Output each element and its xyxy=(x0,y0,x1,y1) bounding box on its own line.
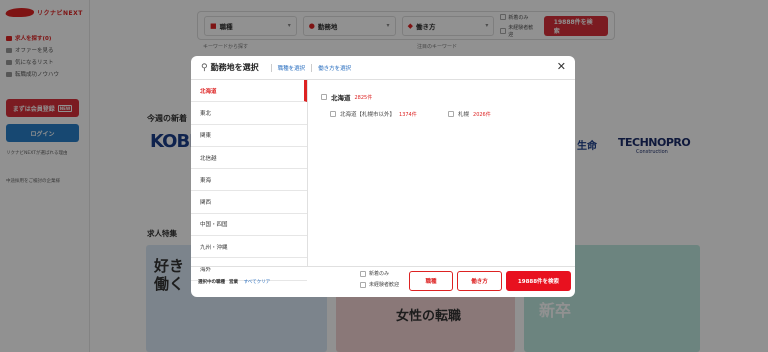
tab-style[interactable]: 働き方を選択 xyxy=(311,63,357,72)
region-item-chugoku-shikoku[interactable]: 中国・四国 xyxy=(191,214,307,237)
region-item-kanto[interactable]: 関東 xyxy=(191,125,307,147)
modal-title: 勤務地を選択 xyxy=(210,63,259,72)
footer-style-button[interactable]: 働き方 xyxy=(457,271,502,291)
footer-search-button[interactable]: 19888件を検索 xyxy=(506,271,571,291)
checkbox-icon xyxy=(321,94,327,100)
city-checkbox-sapporo[interactable]: 札幌 2026件 xyxy=(448,110,491,118)
region-item-tokai[interactable]: 東海 xyxy=(191,169,307,192)
checkbox-icon xyxy=(448,111,454,117)
checkbox-icon xyxy=(330,111,336,117)
region-list: 北海道 東北 関東 北信越 東海 関西 中国・四国 九州・沖縄 海外 xyxy=(191,80,308,281)
location-pin-icon: ⚲ xyxy=(201,62,208,73)
region-item-kansai[interactable]: 関西 xyxy=(191,191,307,214)
prefecture-count: 2825件 xyxy=(354,94,373,101)
city-checkbox-outside-sapporo[interactable]: 北海道【札幌市以外】 1374件 xyxy=(330,110,417,118)
selected-summary: 選択中の職種 営業 すべてクリア xyxy=(198,280,271,285)
clear-all-link[interactable]: すべてクリア xyxy=(244,280,271,285)
footer-job-button[interactable]: 職種 xyxy=(409,271,453,291)
location-modal: ⚲ 勤務地を選択 職種を選択 働き方を選択 ✕ 北海道 東北 関東 北信越 東海… xyxy=(191,56,575,297)
region-item-tohoku[interactable]: 東北 xyxy=(191,102,307,125)
checkbox-icon xyxy=(360,270,366,277)
modal-header: ⚲ 勤務地を選択 職種を選択 働き方を選択 ✕ xyxy=(191,56,575,80)
prefecture-name: 北海道 xyxy=(331,94,351,102)
checkbox-icon xyxy=(360,281,366,288)
selected-value: 営業 xyxy=(229,280,238,285)
footer-inexperienced-checkbox[interactable]: 未経験者歓迎 xyxy=(360,281,399,288)
region-item-kyushu-okinawa[interactable]: 九州・沖縄 xyxy=(191,236,307,259)
modal-footer: 選択中の職種 営業 すべてクリア 新着のみ 未経験者歓迎 職種 働き方 19888… xyxy=(191,266,575,297)
close-icon[interactable]: ✕ xyxy=(557,61,566,73)
region-item-hokushinetsu[interactable]: 北信越 xyxy=(191,147,307,170)
footer-new-only-checkbox[interactable]: 新着のみ xyxy=(360,270,389,277)
prefecture-checkbox[interactable]: 北海道 2825件 xyxy=(321,92,372,102)
tab-job[interactable]: 職種を選択 xyxy=(270,63,312,72)
location-options: 北海道 2825件 北海道【札幌市以外】 1374件 札幌 2026件 xyxy=(318,80,575,266)
region-item-hokkaido[interactable]: 北海道 xyxy=(191,80,307,103)
